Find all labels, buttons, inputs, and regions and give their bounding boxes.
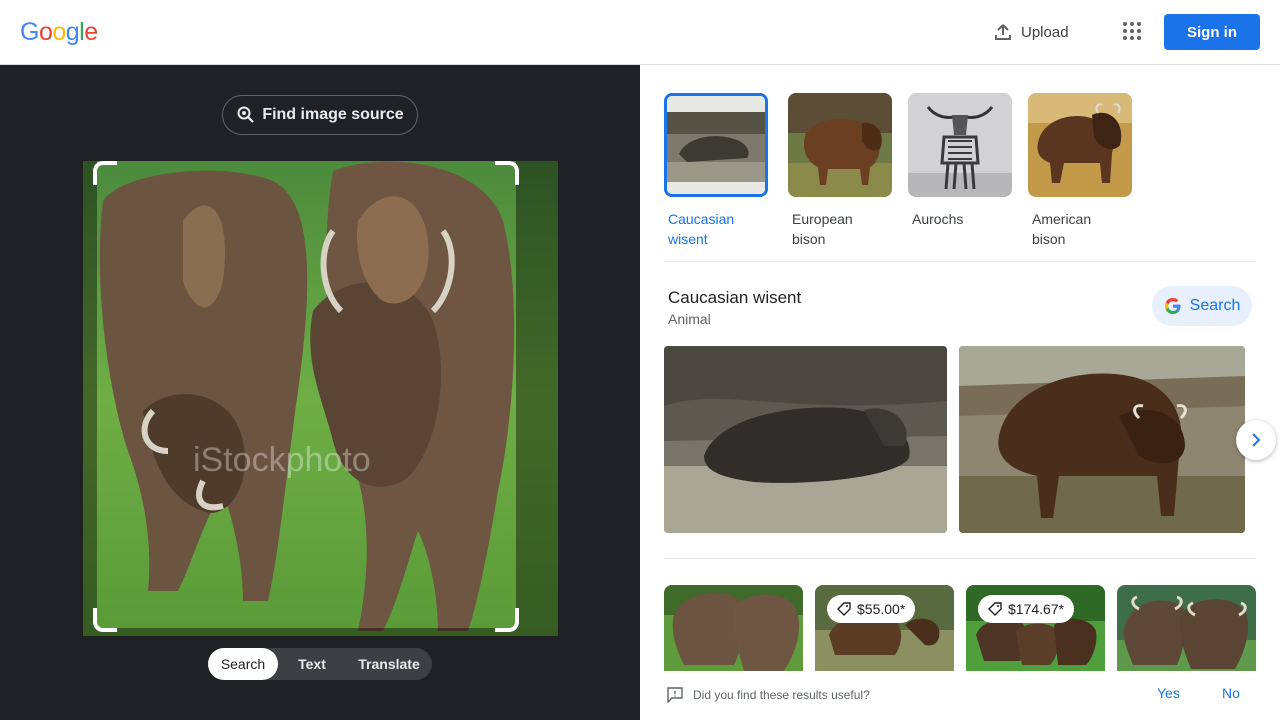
entity-chip[interactable]: American bison: [1028, 93, 1132, 249]
image-preview-panel: Find image source iStockphoto Search Tex…: [0, 65, 640, 720]
logo-letter: o: [52, 18, 66, 46]
entity-label: Aurochs: [912, 211, 964, 227]
logo-letter: g: [65, 18, 80, 46]
result-card[interactable]: [1117, 585, 1256, 675]
result-card[interactable]: [664, 585, 803, 675]
result-card[interactable]: $55.00*: [815, 585, 954, 675]
entity-label: American bison: [1032, 211, 1092, 247]
google-logo[interactable]: Google: [20, 18, 98, 47]
price-tag-icon: [837, 602, 851, 616]
lens-search-icon: [237, 106, 255, 123]
logo-letter: e: [84, 18, 98, 46]
sign-in-button[interactable]: Sign in: [1164, 14, 1260, 50]
top-header: Google Upload Sign in: [0, 0, 1280, 65]
mode-text-tab[interactable]: Text: [278, 648, 346, 680]
result-card[interactable]: $174.67*: [966, 585, 1105, 675]
entity-subtitle: Animal: [668, 311, 711, 327]
results-panel: Caucasian wisent European bison Aurochs …: [640, 65, 1280, 720]
feedback-bar: Did you find these results useful? Yes N…: [640, 671, 1280, 720]
google-g-icon: [1164, 298, 1181, 314]
apps-grid-icon[interactable]: [1120, 19, 1144, 43]
query-image[interactable]: iStockphoto: [83, 161, 558, 636]
price-text: $174.67*: [1008, 601, 1065, 617]
crop-handle-top-left[interactable]: [93, 161, 117, 185]
entity-label: Caucasian wisent: [668, 211, 735, 247]
watermark-text: iStockphoto: [193, 441, 371, 479]
feedback-yes-button[interactable]: Yes: [1157, 685, 1180, 701]
entity-thumbnail: [664, 93, 768, 197]
entity-title: Caucasian wisent: [668, 288, 802, 307]
price-tag-icon: [988, 602, 1002, 616]
entity-thumbnail: [788, 93, 892, 197]
mode-translate-tab[interactable]: Translate: [346, 648, 432, 680]
crop-handle-top-right[interactable]: [495, 161, 519, 185]
upload-icon: [995, 24, 1011, 40]
entity-chip[interactable]: European bison: [788, 93, 892, 249]
upload-label: Upload: [1021, 23, 1069, 41]
entity-thumbnail: [908, 93, 1012, 197]
crop-handle-bottom-left[interactable]: [93, 608, 117, 632]
mode-switcher: Search Text Translate: [208, 648, 432, 680]
price-badge: $55.00*: [827, 595, 916, 623]
logo-letter: G: [20, 18, 39, 46]
price-badge: $174.67*: [978, 595, 1075, 623]
divider: [664, 261, 1256, 262]
find-image-source-button[interactable]: Find image source: [222, 95, 418, 135]
feedback-question: Did you find these results useful?: [693, 688, 870, 702]
find-image-source-label: Find image source: [262, 106, 404, 123]
google-search-label: Search: [1189, 297, 1241, 314]
result-image[interactable]: [664, 346, 947, 533]
next-button[interactable]: [1236, 420, 1276, 460]
result-image[interactable]: [959, 346, 1245, 533]
entity-chip[interactable]: Aurochs: [908, 93, 1012, 229]
entity-label: European bison: [792, 211, 853, 247]
feedback-no-button[interactable]: No: [1222, 685, 1240, 701]
feedback-icon: [667, 687, 683, 703]
crop-handle-bottom-right[interactable]: [495, 608, 519, 632]
mode-search-tab[interactable]: Search: [208, 648, 278, 680]
chevron-right-icon: [1252, 433, 1261, 447]
bison-photo: iStockphoto: [83, 161, 558, 636]
google-search-button[interactable]: Search: [1152, 286, 1252, 326]
entity-thumbnail: [1028, 93, 1132, 197]
divider: [664, 558, 1256, 559]
entity-chip[interactable]: Caucasian wisent: [664, 93, 768, 249]
logo-letter: o: [38, 18, 53, 46]
upload-button[interactable]: Upload: [993, 21, 1069, 43]
price-text: $55.00*: [857, 601, 906, 617]
